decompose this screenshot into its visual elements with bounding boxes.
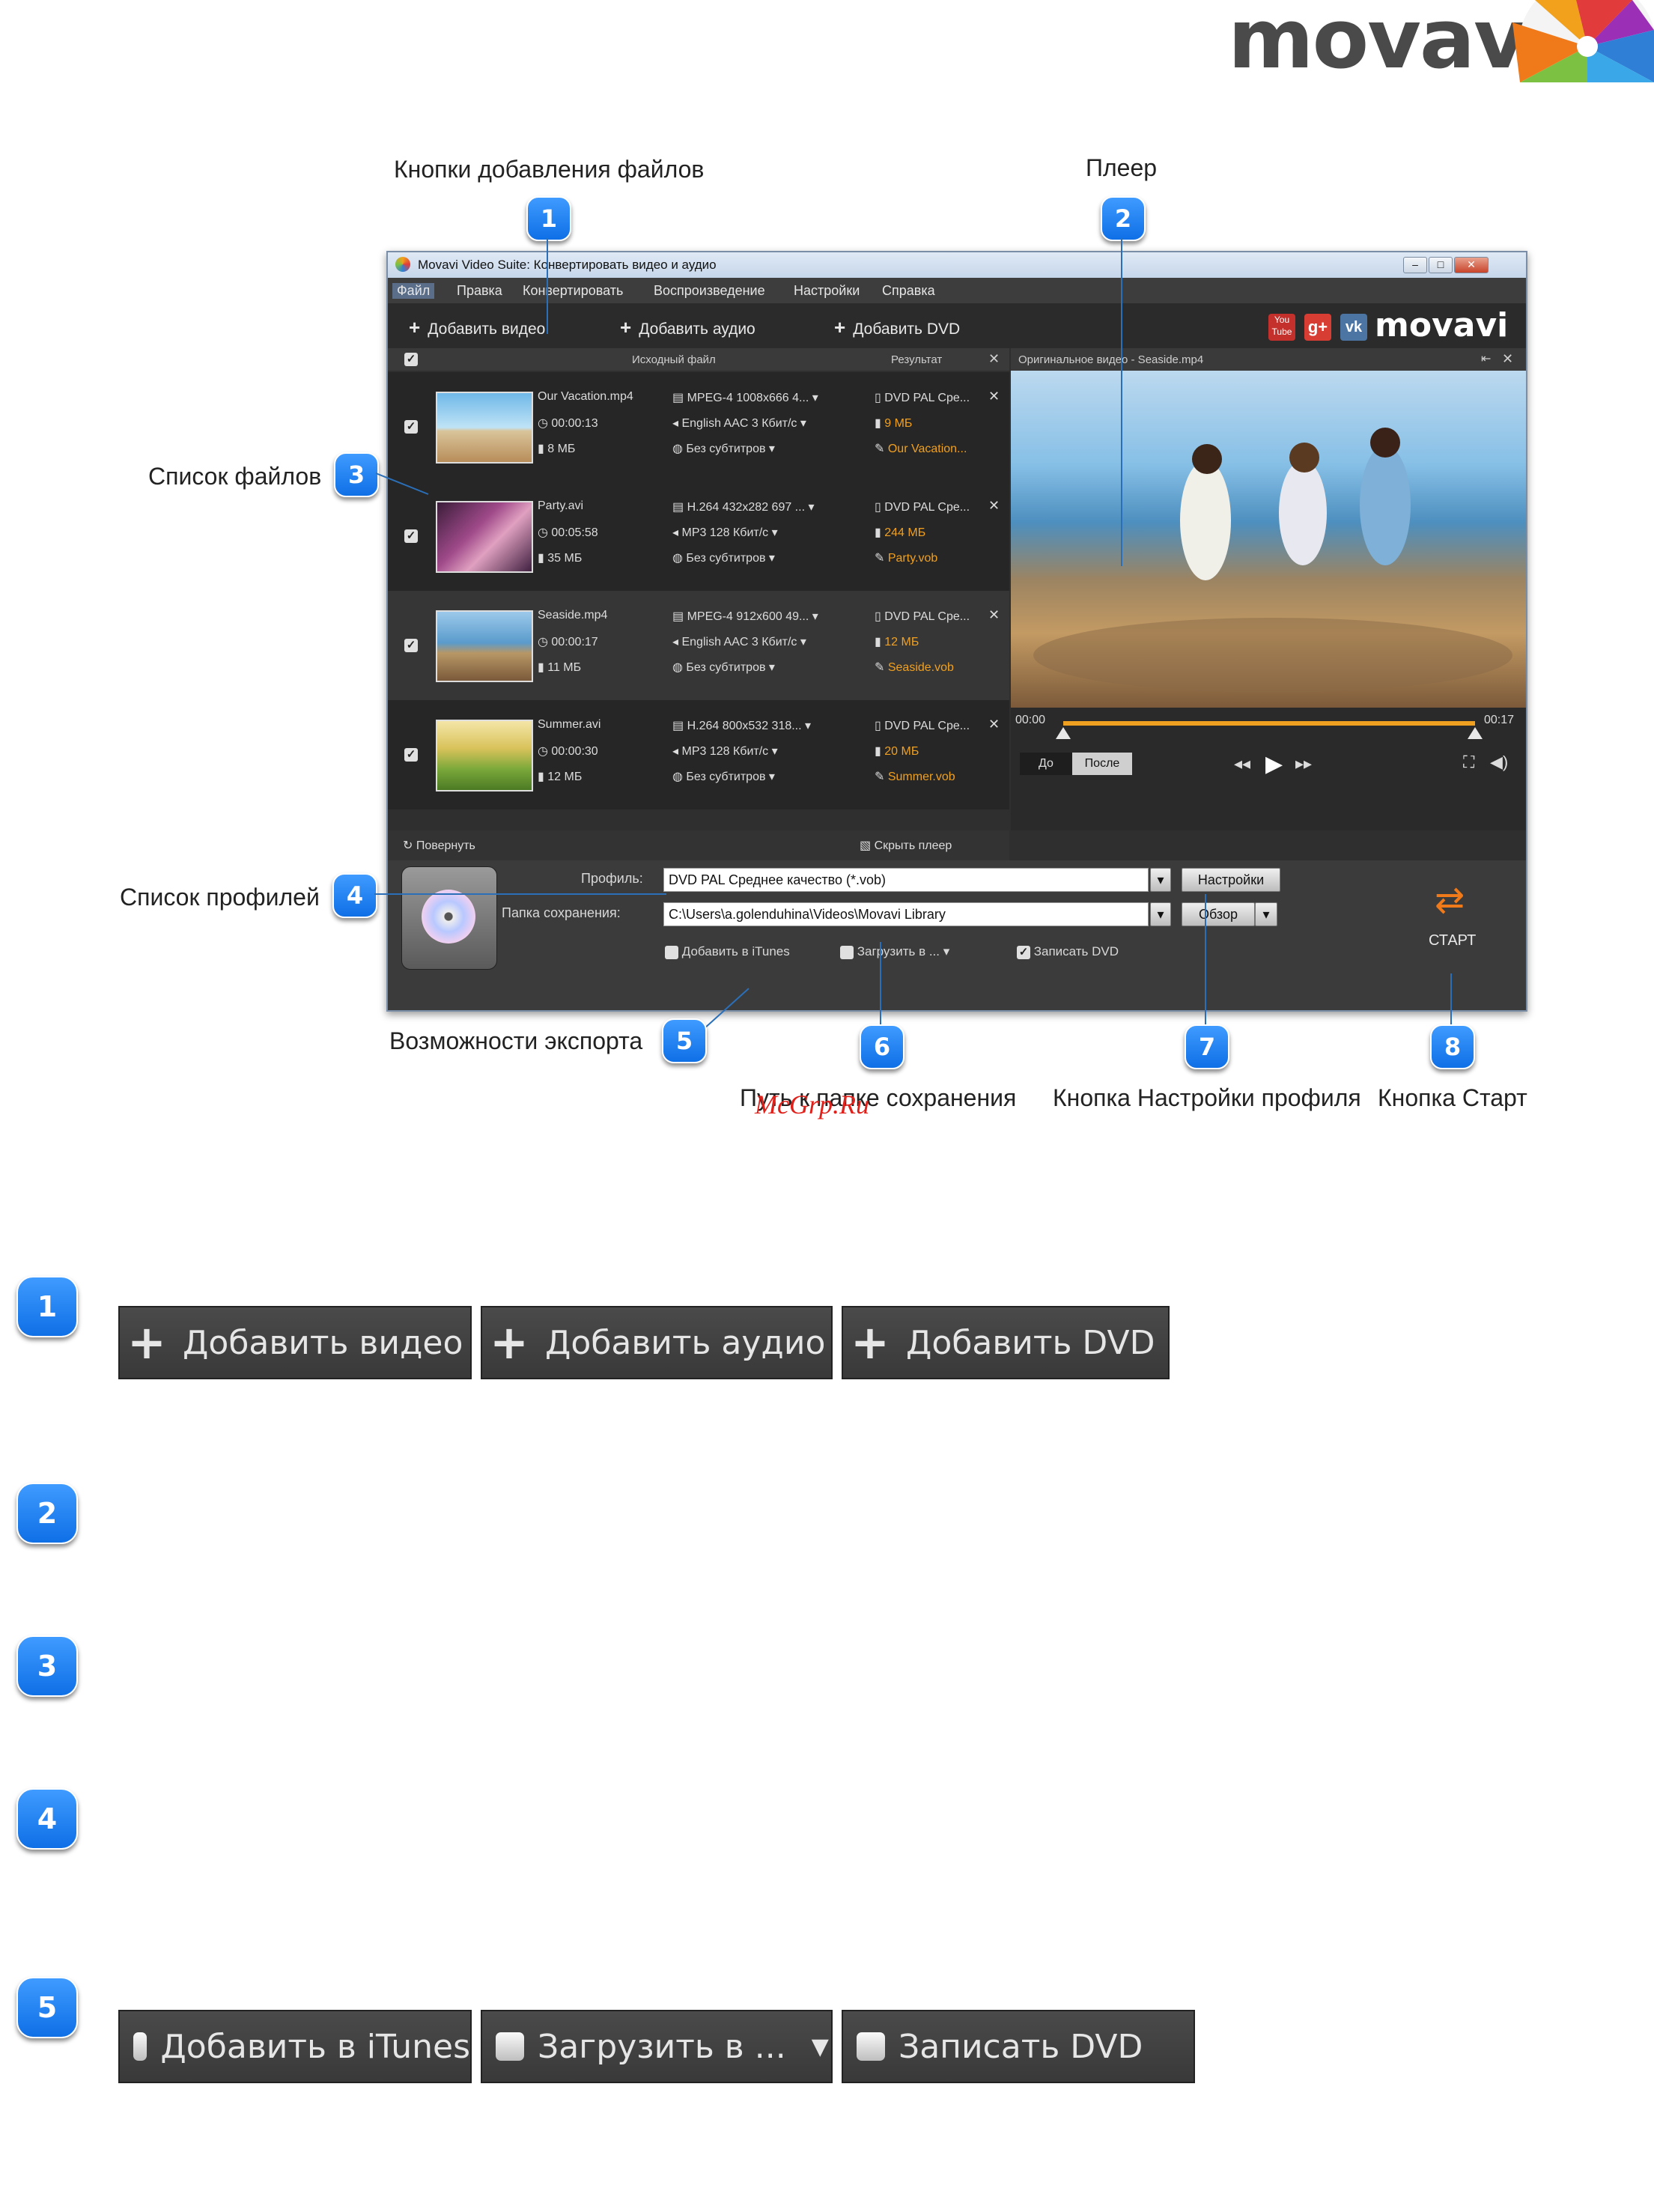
burn-dvd-checkbox-big[interactable] [857, 2032, 885, 2061]
big-itunes-option[interactable]: Добавить в iTunes [118, 2010, 472, 2083]
caption-export-options: Возможности экспорта [389, 1027, 643, 1054]
section-marker-1: 1 [16, 1276, 78, 1337]
section-marker-4: 4 [16, 1788, 78, 1850]
big-add-video-button[interactable]: + Добавить видео [118, 1306, 472, 1379]
big-upload-label: Загрузить в ... [538, 2027, 786, 2066]
itunes-checkbox-big[interactable] [133, 2032, 148, 2061]
big-add-dvd-label: Добавить DVD [905, 1323, 1155, 1362]
caption-profile-settings: Кнопка Настройки профиля [1053, 1084, 1361, 1111]
plus-icon: + [490, 1315, 529, 1370]
section-marker-3: 3 [16, 1635, 78, 1697]
big-burn-dvd-label: Записать DVD [899, 2027, 1143, 2066]
watermark: McGrp.Ru [755, 1090, 869, 1119]
big-itunes-label: Добавить в iTunes [160, 2027, 470, 2066]
big-burn-dvd-option[interactable]: Записать DVD [842, 2010, 1195, 2083]
marker-8: 8 [1430, 1024, 1475, 1069]
chevron-down-icon[interactable]: ▼ [812, 2034, 829, 2060]
section-marker-2: 2 [16, 1483, 78, 1544]
big-add-video-label: Добавить видео [182, 1323, 463, 1362]
plus-icon: + [127, 1315, 166, 1370]
upload-checkbox-big[interactable] [496, 2032, 524, 2061]
big-add-dvd-button[interactable]: + Добавить DVD [842, 1306, 1170, 1379]
marker-5: 5 [662, 1018, 707, 1063]
section-marker-5: 5 [16, 1977, 78, 2038]
marker-6: 6 [860, 1024, 904, 1069]
marker-7: 7 [1185, 1024, 1229, 1069]
plus-icon: + [851, 1315, 890, 1370]
leader-lines [374, 238, 1452, 1030]
big-add-audio-button[interactable]: + Добавить аудио [481, 1306, 833, 1379]
big-upload-option[interactable]: Загрузить в ... ▼ [481, 2010, 833, 2083]
caption-start-button: Кнопка Старт [1378, 1084, 1527, 1111]
big-add-audio-label: Добавить аудио [544, 1323, 826, 1362]
